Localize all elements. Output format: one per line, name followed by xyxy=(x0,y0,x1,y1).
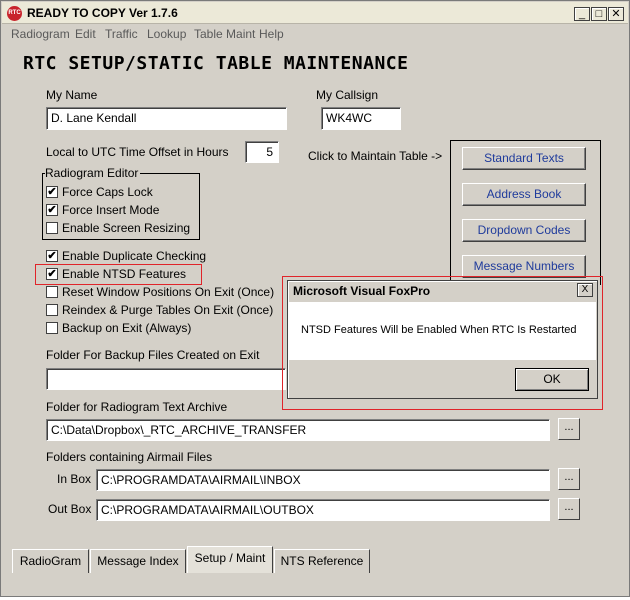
checkbox-label: Force Caps Lock xyxy=(62,185,153,199)
utc-offset-label: Local to UTC Time Offset in Hours xyxy=(46,145,229,159)
foxpro-dialog: Microsoft Visual FoxPro X NTSD Features … xyxy=(287,280,598,399)
dialog-body: NTSD Features Will be Enabled When RTC I… xyxy=(289,302,596,360)
menu-traffic[interactable]: Traffic xyxy=(105,27,138,41)
message-numbers-button[interactable]: Message Numbers xyxy=(462,255,586,278)
checkbox-label: Force Insert Mode xyxy=(62,203,160,217)
standard-texts-button[interactable]: Standard Texts xyxy=(462,147,586,170)
my-name-label: My Name xyxy=(46,88,98,102)
close-button[interactable]: ✕ xyxy=(608,7,624,21)
checkbox-label: Enable NTSD Features xyxy=(62,267,187,281)
utc-offset-input[interactable]: 5 xyxy=(245,141,279,163)
dropdown-codes-button[interactable]: Dropdown Codes xyxy=(462,219,586,242)
dialog-title: Microsoft Visual FoxPro xyxy=(289,282,596,300)
airmail-folders-label: Folders containing Airmail Files xyxy=(46,450,213,464)
menu-help[interactable]: Help xyxy=(259,27,284,41)
backup-folder-input[interactable] xyxy=(46,368,286,390)
address-book-button[interactable]: Address Book xyxy=(462,183,586,206)
maintain-table-label: Click to Maintain Table -> xyxy=(308,149,443,163)
dialog-close-button[interactable]: X xyxy=(577,283,593,297)
checkbox-box: ✔ xyxy=(46,186,58,198)
page-title: RTC SETUP/STATIC TABLE MAINTENANCE xyxy=(23,53,409,74)
my-callsign-label: My Callsign xyxy=(316,88,379,102)
inbox-browse-button[interactable]: ... xyxy=(558,468,580,490)
checkbox-box xyxy=(46,304,58,316)
checkbox-label: Enable Duplicate Checking xyxy=(62,249,207,263)
checkbox-box xyxy=(46,322,58,334)
tab-message-index[interactable]: Message Index xyxy=(90,549,186,573)
radiogram-editor-title: Radiogram Editor xyxy=(45,166,141,180)
outbox-input[interactable]: C:\PROGRAMDATA\AIRMAIL\OUTBOX xyxy=(96,499,550,521)
maximize-button[interactable]: □ xyxy=(591,7,607,21)
checkbox-box xyxy=(46,286,58,298)
checkbox-label: Reset Window Positions On Exit (Once) xyxy=(62,285,275,299)
inbox-input[interactable]: C:\PROGRAMDATA\AIRMAIL\INBOX xyxy=(96,469,550,491)
checkbox-box: ✔ xyxy=(46,250,58,262)
dialog-ok-button[interactable]: OK xyxy=(515,368,589,391)
tab-radiogram[interactable]: RadioGram xyxy=(12,549,89,573)
menu-edit[interactable]: Edit xyxy=(75,27,96,41)
archive-folder-label: Folder for Radiogram Text Archive xyxy=(46,400,228,414)
archive-folder-input[interactable]: C:\Data\Dropbox\_RTC_ARCHIVE_TRANSFER xyxy=(46,419,550,441)
tab-nts-reference[interactable]: NTS Reference xyxy=(274,549,370,573)
backup-folder-label: Folder For Backup Files Created on Exit xyxy=(46,348,260,362)
my-name-input[interactable]: D. Lane Kendall xyxy=(46,107,287,130)
archive-browse-button[interactable]: ... xyxy=(558,418,580,440)
inbox-label: In Box xyxy=(57,472,92,486)
checkbox-box: ✔ xyxy=(46,204,58,216)
menu-table-maint[interactable]: Table Maint xyxy=(194,27,255,41)
tab-setup-maint[interactable]: Setup / Maint xyxy=(187,546,273,573)
dialog-message: NTSD Features Will be Enabled When RTC I… xyxy=(301,324,577,336)
minimize-button[interactable]: _ xyxy=(574,7,590,21)
my-callsign-input[interactable]: WK4WC xyxy=(321,107,401,130)
menu-bar: Radiogram Edit Traffic Lookup Table Main… xyxy=(2,25,628,43)
outbox-browse-button[interactable]: ... xyxy=(558,498,580,520)
checkbox-box xyxy=(46,222,58,234)
main-window: RTC READY TO COPY Ver 1.7.6 _ □ ✕ Radiog… xyxy=(0,0,630,597)
window-title: READY TO COPY Ver 1.7.6 xyxy=(27,6,178,20)
checkbox-box: ✔ xyxy=(46,268,58,280)
checkbox-label: Enable Screen Resizing xyxy=(62,221,191,235)
rtc-app-icon: RTC xyxy=(7,6,22,21)
menu-lookup[interactable]: Lookup xyxy=(147,27,186,41)
outbox-label: Out Box xyxy=(48,502,92,516)
checkbox-label: Reindex & Purge Tables On Exit (Once) xyxy=(62,303,274,317)
checkbox-label: Backup on Exit (Always) xyxy=(62,321,192,335)
menu-radiogram[interactable]: Radiogram xyxy=(11,27,70,41)
title-bar: RTC READY TO COPY Ver 1.7.6 _ □ ✕ xyxy=(2,2,628,24)
